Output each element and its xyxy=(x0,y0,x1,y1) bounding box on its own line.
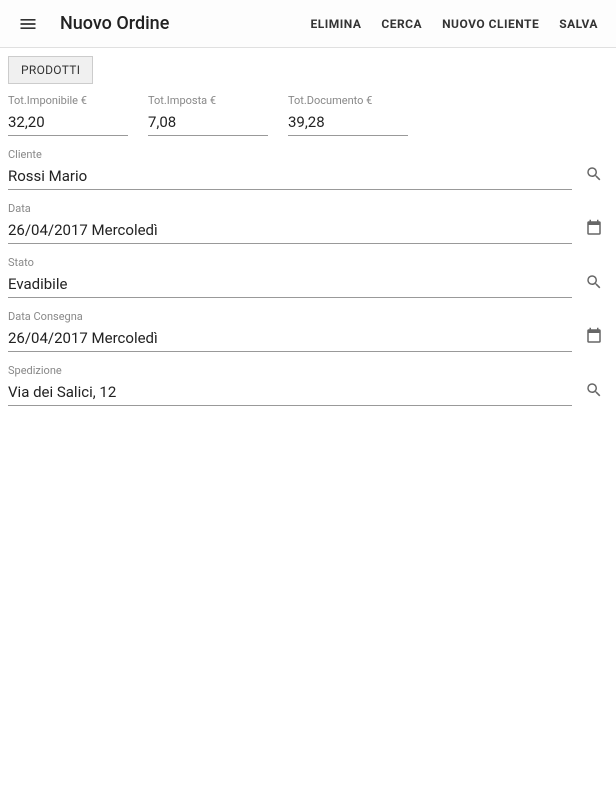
spedizione-field[interactable]: Spedizione Via dei Salici, 12 xyxy=(8,364,572,406)
calendar-icon xyxy=(585,327,603,345)
data-consegna-row: Data Consegna 26/04/2017 Mercoledì xyxy=(8,310,608,352)
total-documento-field: Tot.Documento € 39,28 xyxy=(288,94,408,136)
data-consegna-field[interactable]: Data Consegna 26/04/2017 Mercoledì xyxy=(8,310,572,352)
total-imposta-value: 7,08 xyxy=(148,109,268,136)
cliente-label: Cliente xyxy=(8,148,572,161)
totals-row: Tot.Imponibile € 32,20 Tot.Imposta € 7,0… xyxy=(8,94,608,136)
cliente-row: Cliente Rossi Mario xyxy=(8,148,608,190)
data-label: Data xyxy=(8,202,572,215)
menu-button[interactable] xyxy=(8,4,48,44)
app-bar: Nuovo Ordine ELIMINA CERCA NUOVO CLIENTE… xyxy=(0,0,616,48)
delete-button[interactable]: ELIMINA xyxy=(300,9,371,39)
data-value: 26/04/2017 Mercoledì xyxy=(8,217,572,244)
stato-field[interactable]: Stato Evadibile xyxy=(8,256,572,298)
spedizione-row: Spedizione Via dei Salici, 12 xyxy=(8,364,608,406)
total-imponibile-label: Tot.Imponibile € xyxy=(8,94,128,107)
calendar-icon xyxy=(585,219,603,237)
page-title: Nuovo Ordine xyxy=(60,13,169,34)
search-button[interactable]: CERCA xyxy=(371,9,432,39)
cliente-search-button[interactable] xyxy=(580,160,608,188)
data-consegna-value: 26/04/2017 Mercoledì xyxy=(8,325,572,352)
total-imponibile-field: Tot.Imponibile € 32,20 xyxy=(8,94,128,136)
spedizione-label: Spedizione xyxy=(8,364,572,377)
stato-label: Stato xyxy=(8,256,572,269)
spedizione-value: Via dei Salici, 12 xyxy=(8,379,572,406)
search-icon xyxy=(585,381,603,399)
data-row: Data 26/04/2017 Mercoledì xyxy=(8,202,608,244)
cliente-field[interactable]: Cliente Rossi Mario xyxy=(8,148,572,190)
stato-row: Stato Evadibile xyxy=(8,256,608,298)
spedizione-search-button[interactable] xyxy=(580,376,608,404)
save-button[interactable]: SALVA xyxy=(549,9,608,39)
stato-value: Evadibile xyxy=(8,271,572,298)
search-icon xyxy=(585,165,603,183)
total-imponibile-value: 32,20 xyxy=(8,109,128,136)
data-consegna-label: Data Consegna xyxy=(8,310,572,323)
stato-search-button[interactable] xyxy=(580,268,608,296)
total-imposta-field: Tot.Imposta € 7,08 xyxy=(148,94,268,136)
total-imposta-label: Tot.Imposta € xyxy=(148,94,268,107)
cliente-value: Rossi Mario xyxy=(8,163,572,190)
new-client-button[interactable]: NUOVO CLIENTE xyxy=(432,9,549,39)
data-consegna-calendar-button[interactable] xyxy=(580,322,608,350)
hamburger-icon xyxy=(18,14,38,34)
data-field[interactable]: Data 26/04/2017 Mercoledì xyxy=(8,202,572,244)
total-documento-label: Tot.Documento € xyxy=(288,94,408,107)
products-button[interactable]: PRODOTTI xyxy=(8,56,93,84)
content: PRODOTTI Tot.Imponibile € 32,20 Tot.Impo… xyxy=(0,48,616,426)
data-calendar-button[interactable] xyxy=(580,214,608,242)
total-documento-value: 39,28 xyxy=(288,109,408,136)
search-icon xyxy=(585,273,603,291)
